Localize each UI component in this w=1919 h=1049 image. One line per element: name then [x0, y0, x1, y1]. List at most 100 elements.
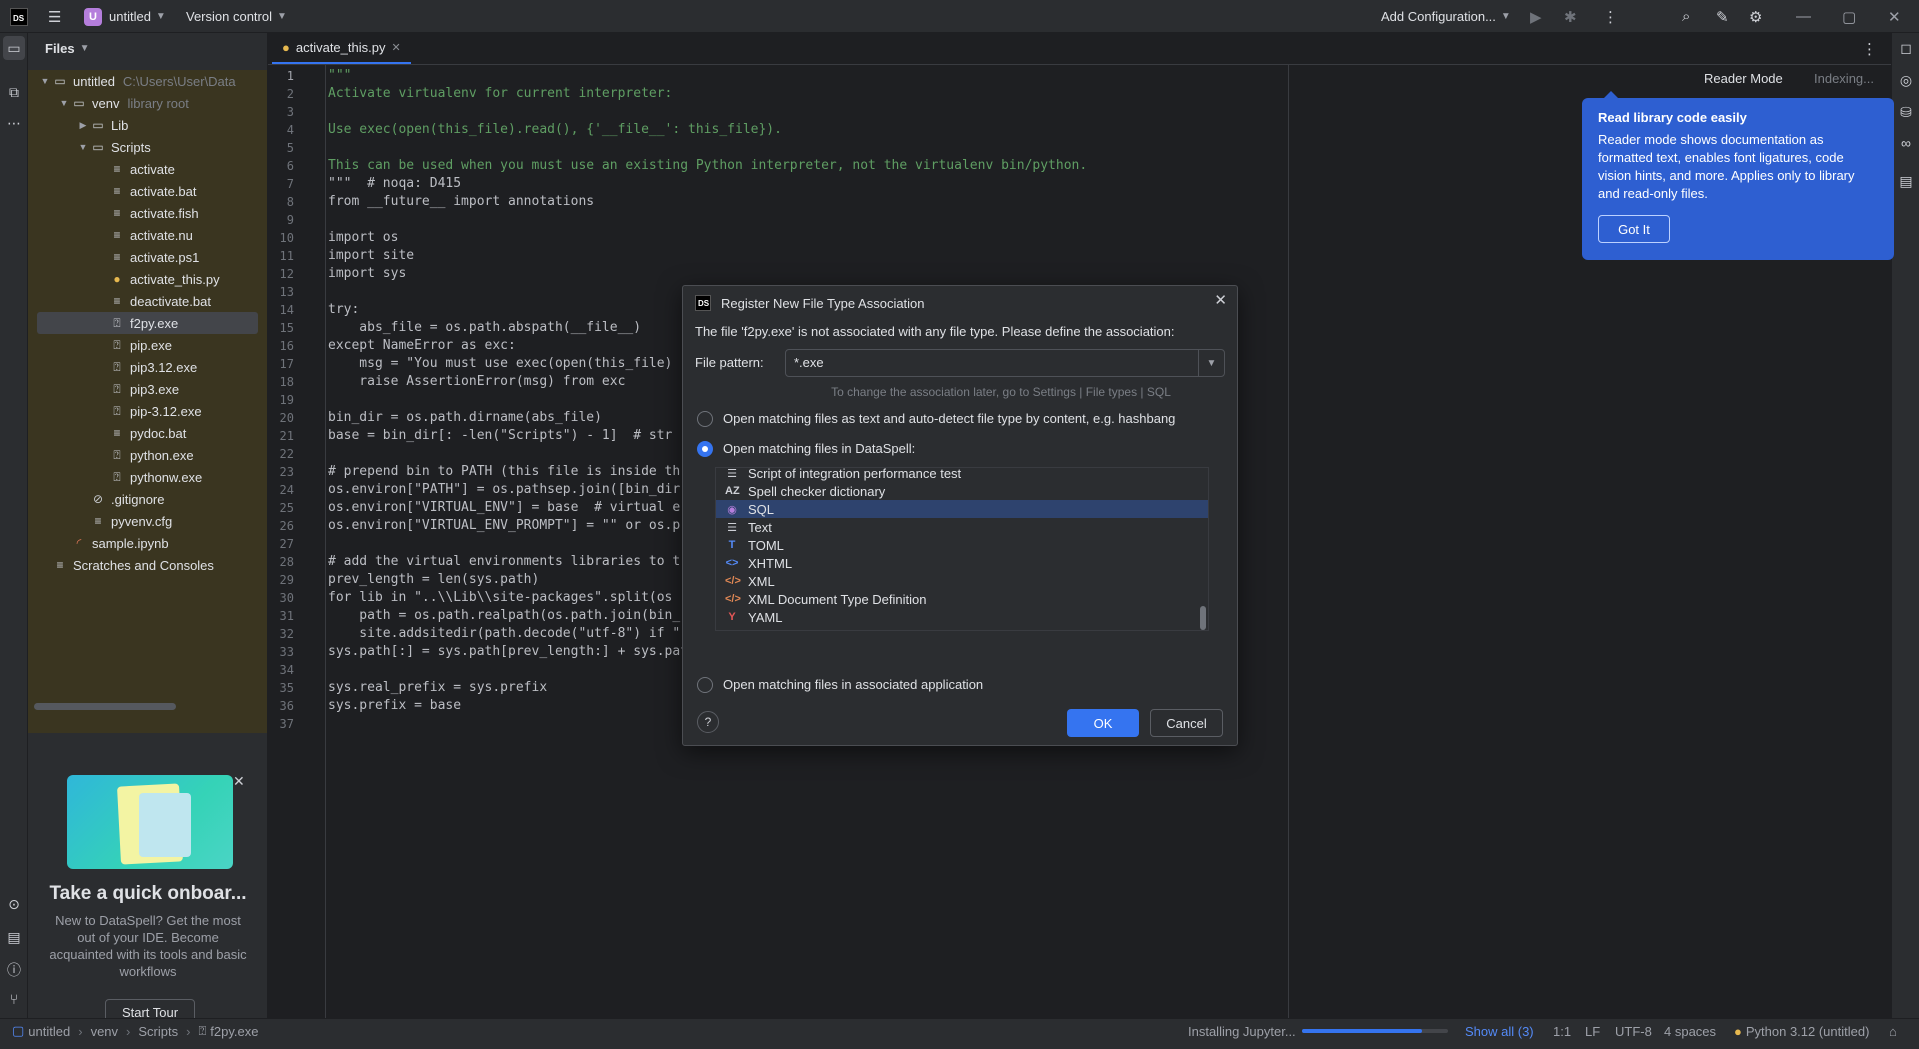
breadcrumb-item[interactable]: untitled: [28, 1024, 70, 1039]
file-type-list[interactable]: Y YAML </> XML Document Type Definition </> X…: [715, 467, 1209, 631]
python-icon: ●: [1734, 1023, 1742, 1039]
file-type-item[interactable]: <> XHTML: [716, 554, 1208, 572]
file-type-item[interactable]: AZ Spell checker dictionary: [716, 482, 1208, 500]
tree-item[interactable]: ⍰ pip-3.12.exe: [28, 400, 267, 422]
debug-icon[interactable]: ✱: [1564, 0, 1577, 33]
database-icon[interactable]: ⛁: [1892, 100, 1919, 124]
tree-item[interactable]: ● activate_this.py: [28, 268, 267, 290]
chevron-down-icon[interactable]: ▼: [76, 142, 90, 152]
tree-item[interactable]: ⍰ pip3.12.exe: [28, 356, 267, 378]
reader-mode-toggle[interactable]: Reader Mode: [1704, 65, 1783, 91]
tree-item[interactable]: ⊘ .gitignore: [28, 488, 267, 510]
notifications-icon[interactable]: ◻: [1892, 36, 1919, 60]
chevron-down-icon[interactable]: ▼: [57, 98, 71, 108]
chevron-down-icon[interactable]: ▼: [1198, 350, 1224, 376]
file-type-item[interactable]: </> XML: [716, 572, 1208, 590]
indent-setting[interactable]: 4 spaces: [1664, 1019, 1716, 1043]
panel-title: Files: [45, 40, 75, 56]
tree-item[interactable]: ≡ pyvenv.cfg: [28, 510, 267, 532]
more-icon[interactable]: ⋮: [1603, 0, 1618, 33]
chevron-right-icon[interactable]: ▶: [76, 120, 90, 131]
structure-icon[interactable]: ⧉: [0, 80, 28, 104]
close-icon[interactable]: ✕: [233, 773, 245, 790]
option-open-in-app[interactable]: Open matching files in associated applic…: [723, 677, 983, 692]
problems-icon[interactable]: ⓘ: [0, 958, 28, 982]
run-icon[interactable]: ▶: [1530, 0, 1542, 33]
breadcrumb-item[interactable]: venv: [91, 1024, 118, 1039]
tree-item[interactable]: ≡ pydoc.bat: [28, 422, 267, 444]
horizontal-scrollbar[interactable]: [34, 703, 176, 710]
tree-item[interactable]: ⍰ pip.exe: [28, 334, 267, 356]
tree-item[interactable]: ▼ ▭ Scripts: [28, 136, 267, 158]
tree-item[interactable]: ⍰ python.exe: [28, 444, 267, 466]
search-icon[interactable]: ⌕: [1682, 0, 1690, 33]
breadcrumb-item[interactable]: Scripts: [138, 1024, 178, 1039]
project-switcher[interactable]: U untitled ▼: [84, 0, 166, 33]
option-open-as-text[interactable]: Open matching files as text and auto-det…: [723, 411, 1175, 426]
chevron-down-icon[interactable]: ▼: [38, 76, 52, 86]
maximize-icon[interactable]: ▢: [1842, 0, 1856, 33]
file-type-item[interactable]: T TOML: [716, 536, 1208, 554]
radio-open-as-text[interactable]: [697, 411, 713, 427]
tree-item[interactable]: ▼ ▭ untitled C:\Users\User\Data: [28, 70, 267, 92]
project-panel-header[interactable]: Files ▼: [28, 33, 267, 63]
variables-icon[interactable]: ▤: [1892, 169, 1919, 193]
file-type-item[interactable]: ☰ Text: [716, 518, 1208, 536]
tree-item[interactable]: ≡ Scratches and Consoles: [28, 554, 267, 576]
close-icon[interactable]: ✕: [1888, 0, 1901, 33]
radio-open-in-app[interactable]: [697, 677, 713, 693]
tree-item[interactable]: ≡ deactivate.bat: [28, 290, 267, 312]
file-type-item[interactable]: ◉ SQL: [716, 500, 1208, 518]
breadcrumb-item[interactable]: f2py.exe: [210, 1024, 258, 1039]
hamburger-icon[interactable]: ☰: [48, 0, 61, 33]
tree-item[interactable]: ≡ activate.fish: [28, 202, 267, 224]
file-pattern-combobox[interactable]: *.exe ▼: [785, 349, 1225, 377]
file-type-item[interactable]: ☰ Script of integration performance test: [716, 468, 1208, 482]
tree-item[interactable]: ⍰ f2py.exe: [37, 312, 258, 334]
dialog-title-bar: DS Register New File Type Association: [695, 292, 925, 314]
file-type-item[interactable]: </> XML Document Type Definition: [716, 590, 1208, 608]
tab-activate-this[interactable]: ● activate_this.py ✕: [272, 33, 411, 64]
ai-assistant-icon[interactable]: ◎: [1892, 68, 1919, 92]
tree-item[interactable]: ≡ activate: [28, 158, 267, 180]
python-console-icon[interactable]: ⊙: [0, 892, 28, 916]
run-configuration[interactable]: Add Configuration... ▼: [1381, 0, 1511, 33]
more-icon[interactable]: ⋯: [0, 111, 28, 135]
tree-item[interactable]: ≡ activate.bat: [28, 180, 267, 202]
tree-item[interactable]: ⍰ pip3.exe: [28, 378, 267, 400]
show-all-tasks-link[interactable]: Show all (3): [1465, 1019, 1534, 1043]
lock-icon[interactable]: ⌂: [1889, 1019, 1897, 1043]
tree-item[interactable]: ▼ ▭ venv library root: [28, 92, 267, 114]
vertical-scrollbar[interactable]: [1200, 606, 1206, 630]
option-open-in-ide[interactable]: Open matching files in DataSpell:: [723, 441, 915, 456]
ok-button[interactable]: OK: [1067, 709, 1139, 737]
tree-item[interactable]: ≡ activate.nu: [28, 224, 267, 246]
file-type-item[interactable]: Y YAML: [716, 608, 1208, 626]
radio-open-in-ide[interactable]: [697, 441, 713, 457]
help-button[interactable]: ?: [697, 711, 719, 733]
line-ending[interactable]: LF: [1585, 1019, 1600, 1043]
close-icon[interactable]: ✕: [1214, 291, 1227, 309]
minimize-icon[interactable]: —: [1796, 0, 1811, 33]
close-tab-icon[interactable]: ✕: [391, 41, 400, 54]
line-number: 16: [279, 339, 294, 353]
vcs-menu[interactable]: Version control ▼: [186, 0, 287, 33]
gear-icon[interactable]: ⚙: [1749, 0, 1762, 33]
interpreter-selector[interactable]: ● Python 3.12 (untitled): [1734, 1019, 1869, 1043]
git-icon[interactable]: ⑂: [0, 987, 28, 1011]
terminal-icon[interactable]: ▤: [0, 925, 28, 949]
background-task[interactable]: Installing Jupyter...: [1188, 1019, 1296, 1043]
file-encoding[interactable]: UTF-8: [1615, 1019, 1652, 1043]
tree-item[interactable]: ⍰ pythonw.exe: [28, 466, 267, 488]
more-icon[interactable]: ⋮: [1862, 33, 1877, 64]
remote-icon[interactable]: ∞: [1892, 131, 1919, 155]
got-it-button[interactable]: Got It: [1598, 215, 1670, 243]
start-tour-button[interactable]: Start Tour: [105, 999, 195, 1018]
caret-position[interactable]: 1:1: [1553, 1019, 1571, 1043]
folder-icon[interactable]: ▭: [3, 36, 25, 60]
edit-icon[interactable]: ✎: [1716, 0, 1729, 33]
tree-item[interactable]: ▶ ▭ Lib: [28, 114, 267, 136]
tree-item[interactable]: ◜ sample.ipynb: [28, 532, 267, 554]
cancel-button[interactable]: Cancel: [1150, 709, 1223, 737]
tree-item[interactable]: ≡ activate.ps1: [28, 246, 267, 268]
